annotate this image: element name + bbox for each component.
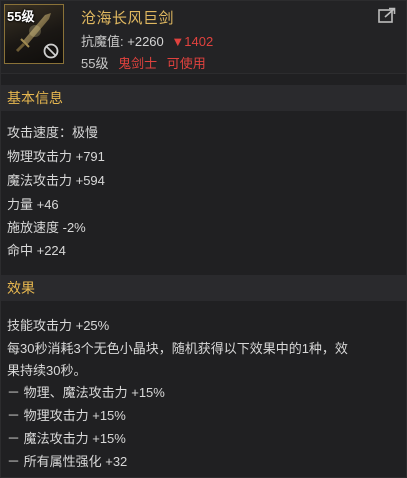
effect-description-line2: 果持续30秒。 <box>7 363 87 378</box>
usable-status: 可使用 <box>166 56 206 71</box>
item-tooltip: 55级 沧海长风巨剑 抗魔值: +2260 ▼1402 55级 鬼剑士 可使用 … <box>0 0 407 478</box>
effect-option: － 所有属性强化 +32 <box>7 454 128 469</box>
stat-hit: 命中 +224 <box>7 243 66 258</box>
stat-physical-attack: 物理攻击力 +791 <box>7 149 105 164</box>
stat-cast-speed: 施放速度 -2% <box>7 220 86 235</box>
effect-option: － 物理攻击力 +15% <box>7 408 126 423</box>
section-title-basic: 基本信息 <box>1 85 406 111</box>
effect-option: － 魔法攻击力 +15% <box>7 431 126 446</box>
required-class: 鬼剑士 <box>118 56 158 71</box>
stat-strength: 力量 +46 <box>7 197 59 212</box>
stat-attack-speed: 攻击速度：极慢 <box>7 125 99 140</box>
prohibited-icon <box>43 43 59 59</box>
effect-skill-attack: 技能攻击力 +25% <box>7 318 110 333</box>
resist-decrease: ▼1402 <box>171 34 214 49</box>
share-icon[interactable] <box>378 7 396 23</box>
effect-description-line1: 每30秒消耗3个无色小晶块，随机获得以下效果中的1种，效 <box>7 341 348 356</box>
resist-value: +2260 <box>127 34 164 49</box>
icon-level-badge: 55级 <box>7 9 35 24</box>
item-icon[interactable]: 55级 <box>4 4 64 64</box>
required-level: 55级 <box>81 56 109 71</box>
stat-magic-attack: 魔法攻击力 +594 <box>7 173 105 188</box>
item-header: 55级 沧海长风巨剑 抗魔值: +2260 ▼1402 55级 鬼剑士 可使用 <box>1 1 406 74</box>
section-title-effect: 效果 <box>1 275 406 301</box>
level-row: 55级 鬼剑士 可使用 <box>81 53 206 72</box>
effect-option: － 物理、魔法攻击力 +15% <box>7 385 165 400</box>
resist-label: 抗魔值: <box>81 34 124 49</box>
item-name: 沧海长风巨剑 <box>81 10 175 27</box>
resist-row: 抗魔值: +2260 ▼1402 <box>81 31 213 50</box>
